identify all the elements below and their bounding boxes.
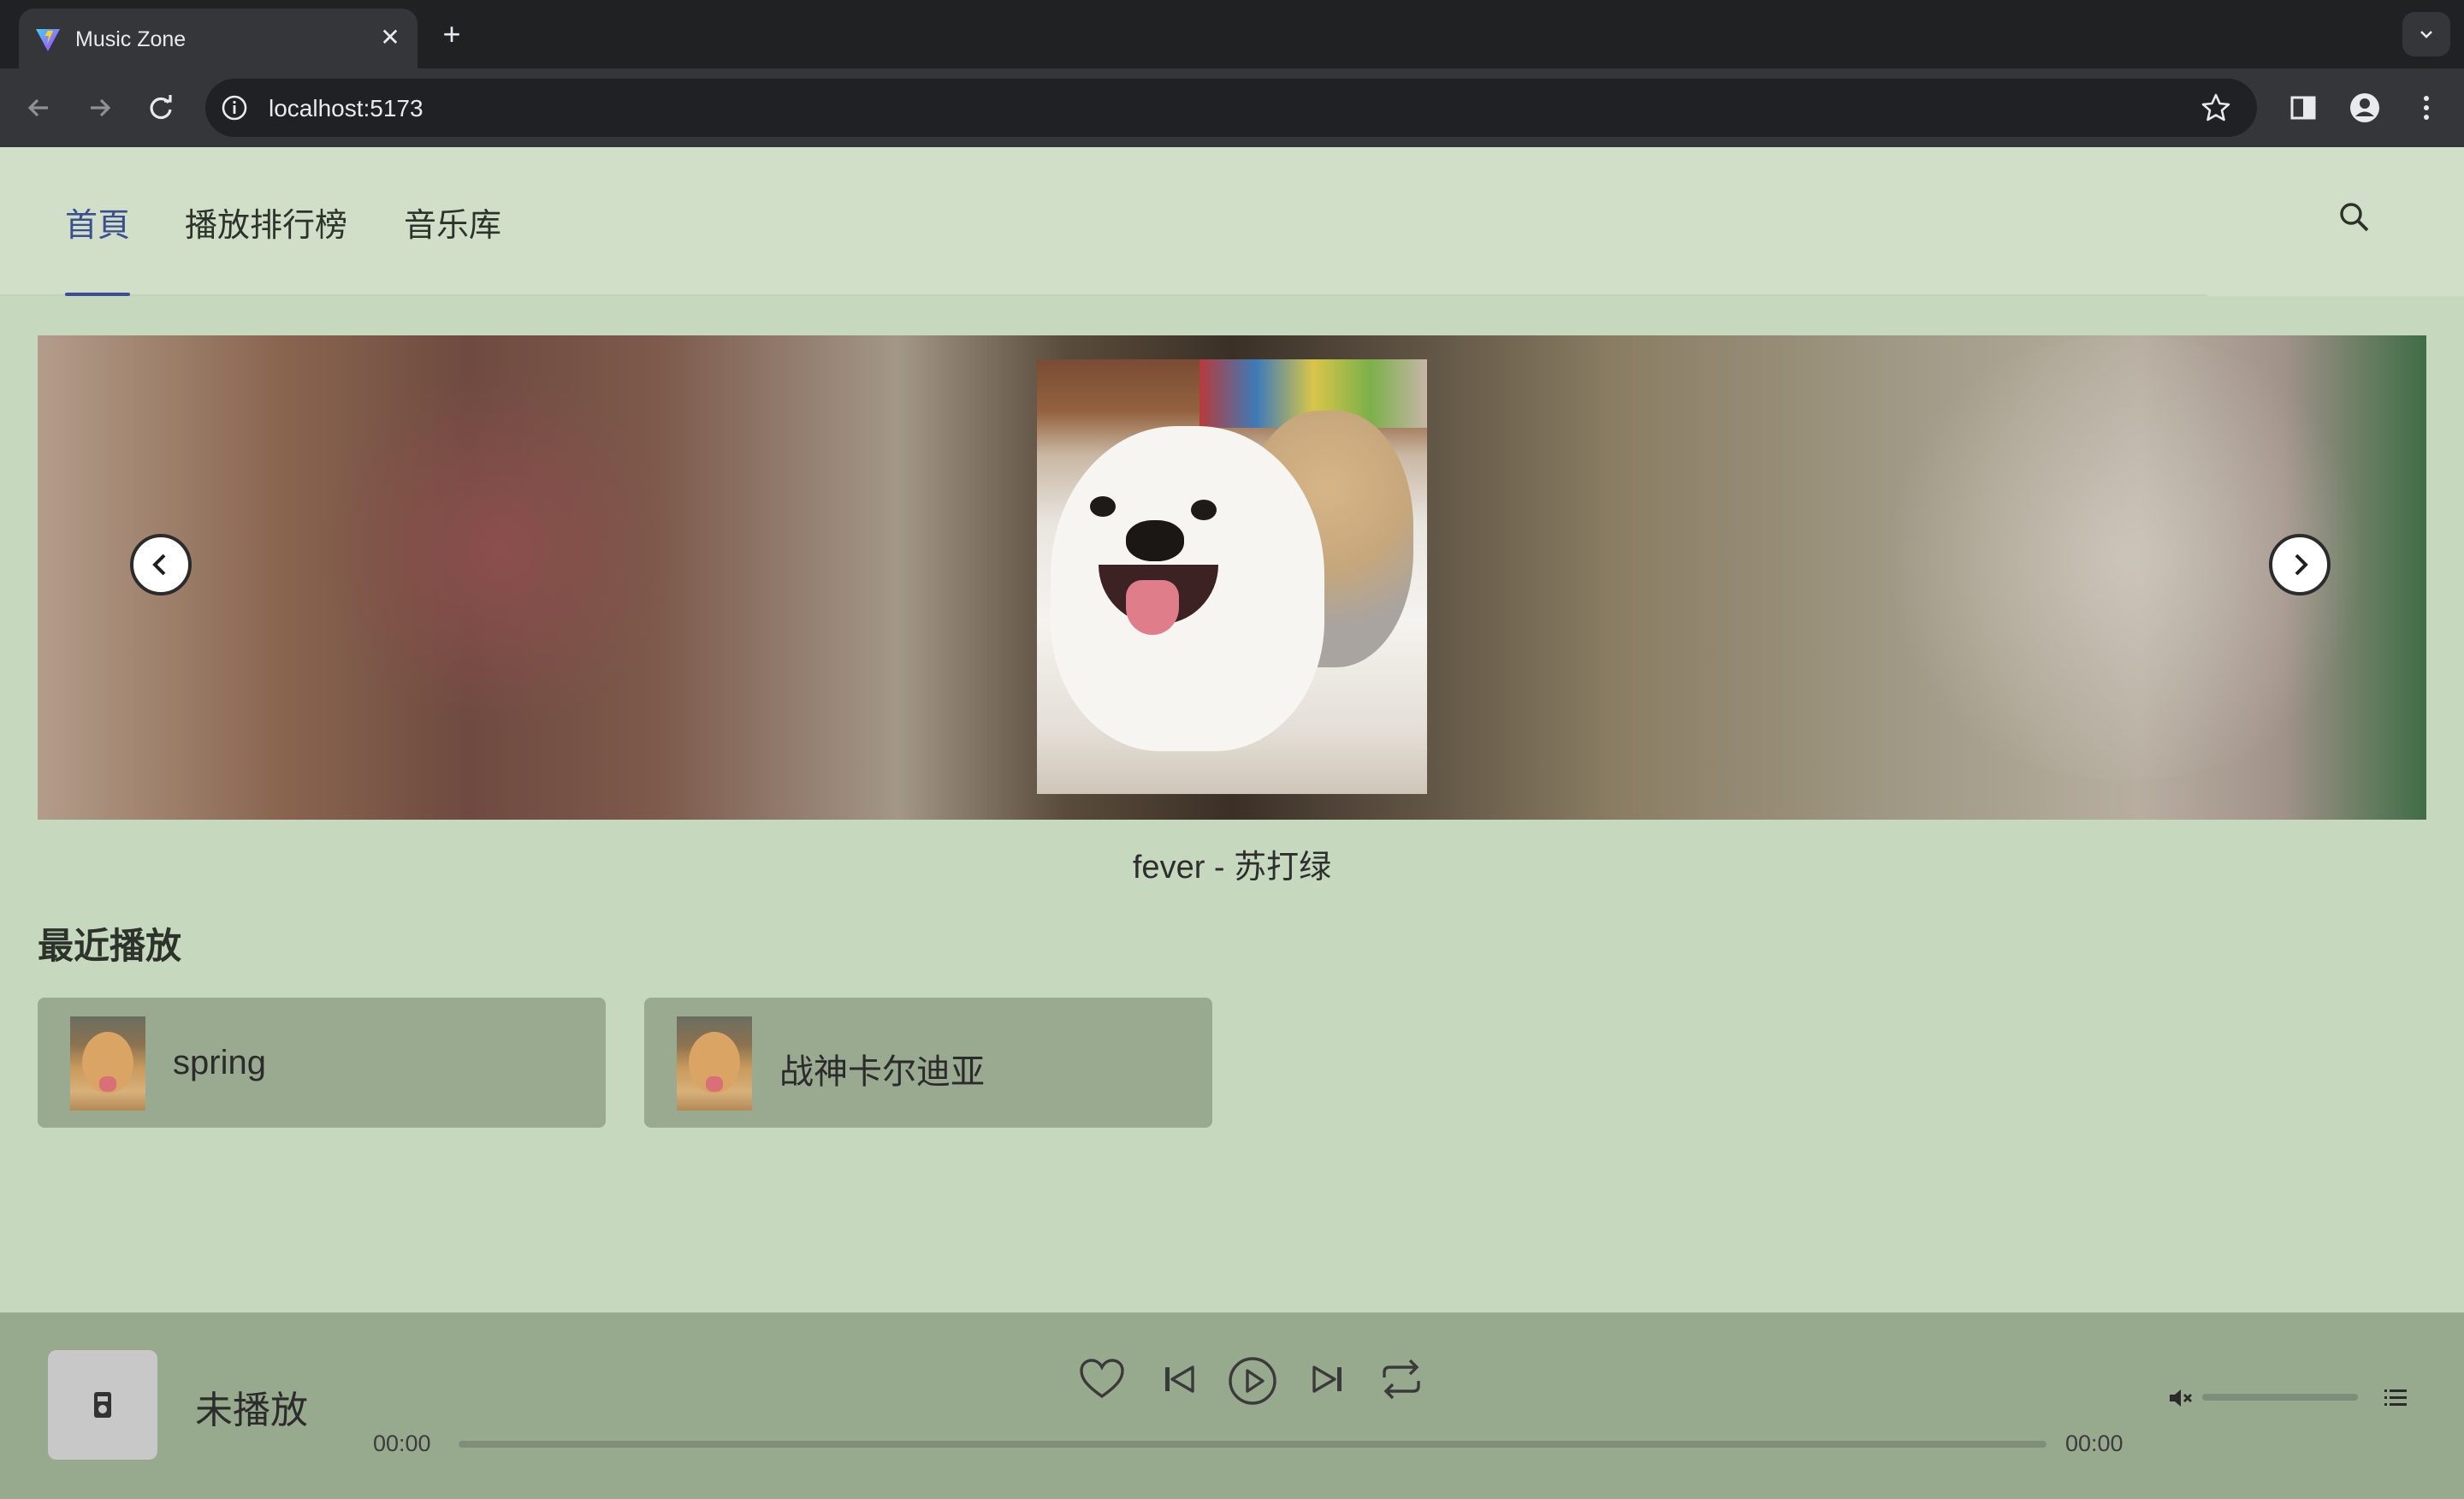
browser-tab[interactable]: Music Zone ✕ [19, 9, 418, 68]
player-cover [48, 1350, 157, 1460]
volume-slider[interactable] [2202, 1394, 2358, 1401]
app-root: 首頁 播放排行榜 音乐库 fever - 苏打绿 最近播放 spring 战神卡… [0, 147, 2464, 1499]
volume-muted-icon[interactable] [2166, 1384, 2194, 1412]
recent-item-thumbnail [677, 1016, 752, 1111]
banner-carousel [38, 335, 2426, 820]
carousel-prev-button[interactable] [130, 534, 192, 595]
chevron-right-icon [2295, 554, 2308, 576]
current-time: 00:00 [373, 1431, 431, 1456]
top-nav: 首頁 播放排行榜 音乐库 [0, 147, 2464, 296]
vite-favicon-icon [36, 29, 60, 51]
cover-dog-nose [1126, 520, 1184, 561]
total-time: 00:00 [2065, 1431, 2123, 1456]
repeat-icon[interactable] [1376, 1354, 1427, 1405]
tab-title: Music Zone [75, 27, 187, 51]
recent-item-thumbnail [70, 1016, 145, 1111]
reload-icon[interactable] [140, 87, 181, 128]
play-icon[interactable] [1225, 1354, 1280, 1408]
tab-home[interactable]: 首頁 [65, 198, 130, 246]
thumb-tongue [99, 1076, 116, 1092]
cover-dog-eye [1191, 500, 1217, 520]
chevron-left-icon [152, 554, 166, 576]
back-icon[interactable] [19, 87, 60, 128]
profile-icon[interactable] [2346, 89, 2384, 127]
thumb-tongue [706, 1076, 723, 1092]
tab-library[interactable]: 音乐库 [404, 198, 501, 246]
banner-blur-bg [320, 370, 679, 729]
cover-dog-eye [1090, 496, 1116, 517]
progress-bar[interactable] [459, 1441, 2046, 1448]
cover-dog-tongue [1126, 580, 1179, 635]
address-bar[interactable]: localhost:5173 [205, 79, 2257, 137]
recent-item[interactable]: 战神卡尔迪亚 [644, 998, 1212, 1128]
browser-tab-bar: Music Zone ✕ + [0, 0, 2464, 68]
next-icon[interactable] [1306, 1354, 1350, 1405]
player-title: 未播放 [195, 1389, 308, 1431]
recent-item-title: spring [173, 1044, 266, 1081]
close-tab-icon[interactable]: ✕ [373, 21, 407, 55]
browser-toolbar: localhost:5173 [0, 68, 2464, 147]
site-info-icon[interactable] [219, 92, 250, 123]
forward-icon[interactable] [79, 87, 120, 128]
recent-item-title: 战神卡尔迪亚 [779, 1053, 985, 1091]
search-icon[interactable] [2336, 198, 2373, 236]
banner-caption: fever - 苏打绿 [1132, 850, 1332, 886]
player-bar: 未播放 00:00 00:00 [0, 1312, 2464, 1499]
tab-search-button[interactable] [2402, 12, 2450, 56]
menu-kebab-icon[interactable] [2408, 89, 2445, 127]
new-tab-icon[interactable]: + [435, 17, 469, 51]
nav-divider [0, 294, 2207, 296]
chevron-down-icon [2420, 31, 2432, 39]
tab-ranking[interactable]: 播放排行榜 [185, 198, 347, 246]
banner-cover-image[interactable] [1037, 359, 1427, 794]
active-tab-indicator [65, 293, 130, 296]
url-text: localhost:5173 [269, 95, 424, 121]
heart-icon[interactable] [1076, 1354, 1128, 1405]
carousel-next-button[interactable] [2269, 534, 2331, 595]
playlist-icon[interactable] [2382, 1384, 2409, 1412]
side-panel-icon[interactable] [2284, 89, 2322, 127]
recent-section-title: 最近播放 [38, 926, 182, 966]
previous-icon[interactable] [1157, 1354, 1201, 1405]
bookmark-star-icon[interactable] [2199, 91, 2233, 125]
recent-item[interactable]: spring [38, 998, 606, 1128]
music-device-icon [94, 1392, 111, 1418]
